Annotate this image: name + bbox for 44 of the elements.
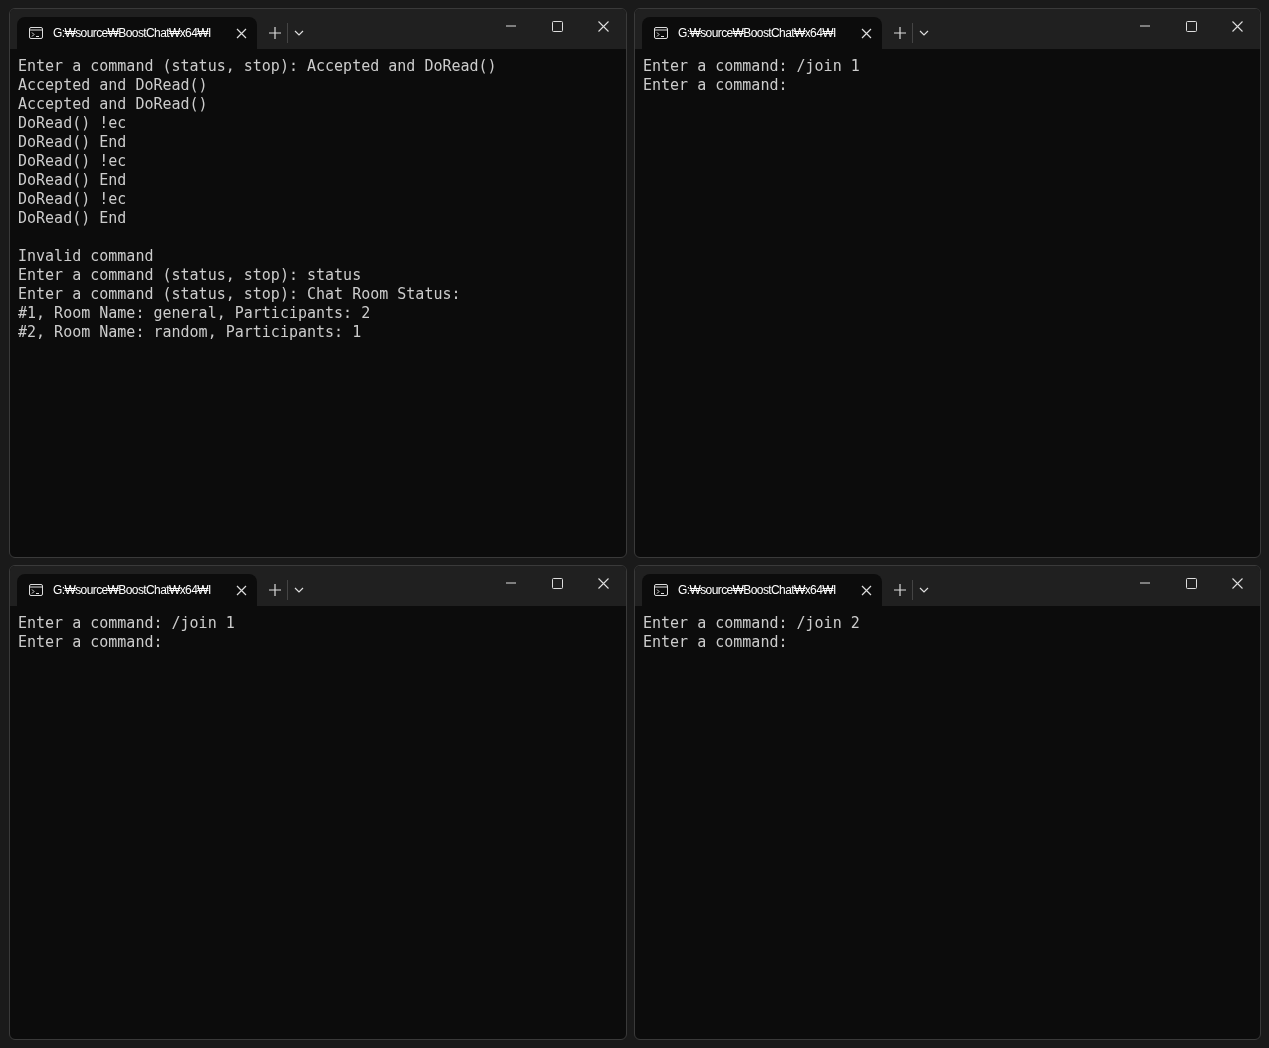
console-icon [654,584,668,596]
dropdown-caret-icon[interactable] [294,30,304,36]
console-line: Enter a command: /join 1 [18,614,236,633]
console-line: Enter a command (status, stop): status [18,266,363,285]
console-line: Accepted and DoRead() [18,76,209,95]
new-tab-icon[interactable] [269,27,281,39]
console-icon [29,584,43,596]
console-line: DoRead() !ec [18,114,128,133]
console-line: DoRead() !ec [18,152,128,171]
terminal-tab[interactable]: G:₩source₩BoostChat₩x64₩I [17,574,257,606]
tab-title: G:₩source₩BoostChat₩x64₩I [53,26,212,40]
console-line: Enter a command (status, stop): Chat Room Status: [18,285,462,304]
console-line: Enter a command: [643,633,789,652]
close-tab-icon[interactable] [236,27,247,39]
terminal-tab[interactable]: G:₩source₩BoostChat₩x64₩I [17,17,257,49]
close-tab-icon[interactable] [236,584,247,596]
new-tab-icon[interactable] [269,584,281,596]
console-icon [29,27,43,39]
dropdown-caret-icon[interactable] [919,587,929,593]
tab-title: G:₩source₩BoostChat₩x64₩I [678,583,837,597]
terminal-tab[interactable]: G:₩source₩BoostChat₩x64₩I [642,17,882,49]
console-line: Enter a command (status, stop): Accepted and DoRead() [18,57,498,76]
console-line: DoRead() !ec [18,190,128,209]
console-icon [654,27,668,39]
terminal-tab[interactable]: G:₩source₩BoostChat₩x64₩I [642,574,882,606]
tab-title: G:₩source₩BoostChat₩x64₩I [678,26,837,40]
tab-title: G:₩source₩BoostChat₩x64₩I [53,583,212,597]
console-line: Accepted and DoRead() [18,95,209,114]
close-tab-icon[interactable] [861,27,872,39]
console-line: DoRead() End [18,133,128,152]
console-line: #1, Room Name: general, Participants: 2 [18,304,372,323]
console-line: DoRead() End [18,209,128,228]
console-line: Enter a command: /join 1 [643,57,861,76]
close-tab-icon[interactable] [861,584,872,596]
console-line: Enter a command: [643,76,789,95]
console-line: Enter a command: [18,633,164,652]
console-line: DoRead() End [18,171,128,190]
console-line: Invalid command [18,247,155,266]
new-tab-icon[interactable] [894,27,906,39]
console-line: Enter a command: /join 2 [643,614,861,633]
dropdown-caret-icon[interactable] [919,30,929,36]
console-line: #2, Room Name: random, Participants: 1 [18,323,363,342]
new-tab-icon[interactable] [894,584,906,596]
dropdown-caret-icon[interactable] [294,587,304,593]
